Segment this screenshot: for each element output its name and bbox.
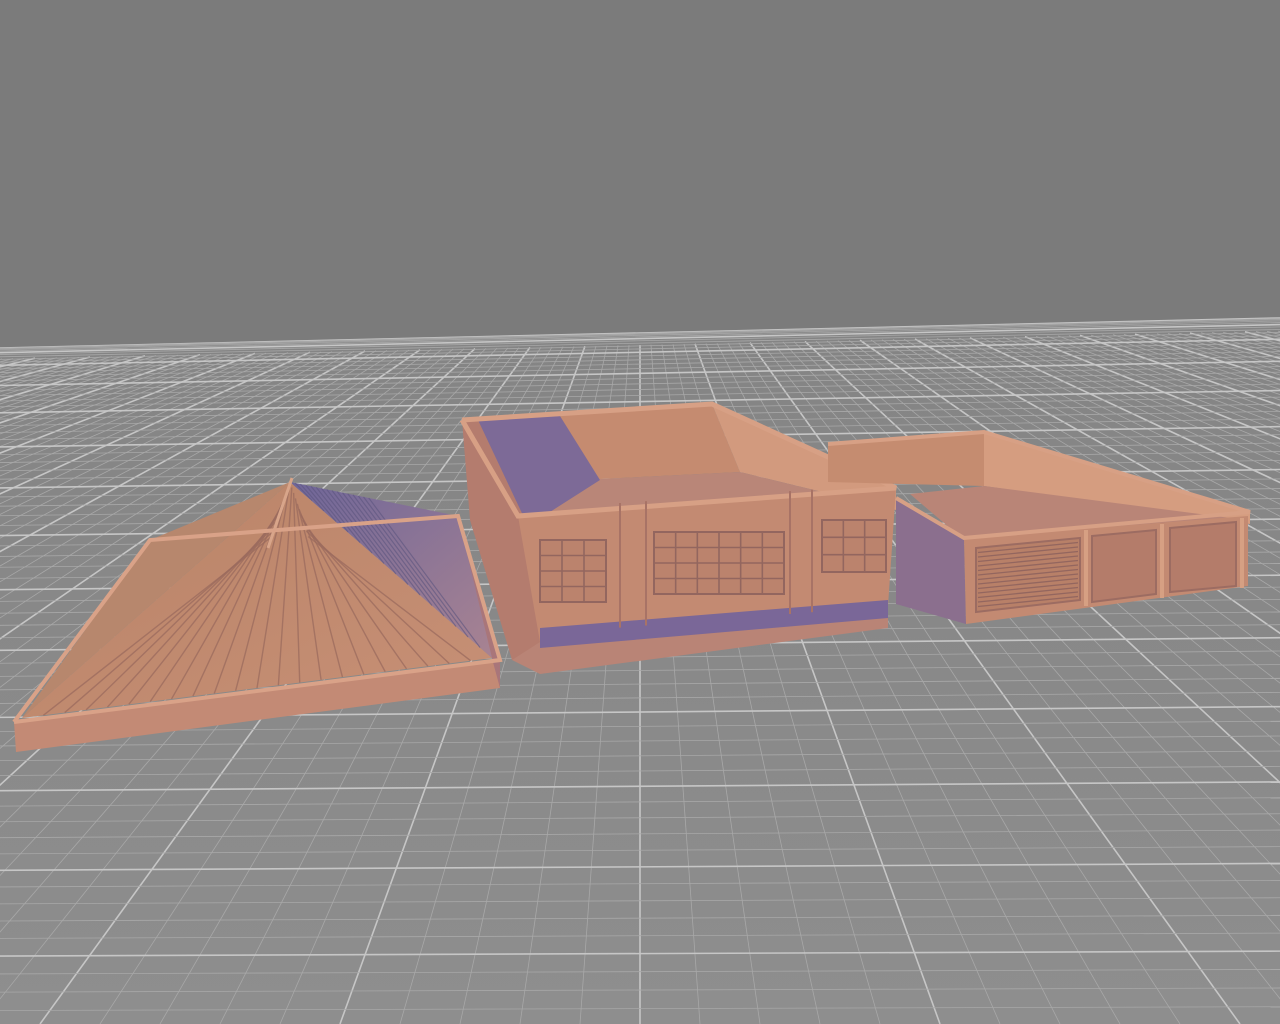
garage-bay-center <box>1091 528 1157 604</box>
garage-bay-right <box>1169 520 1237 594</box>
scene-canvas[interactable] <box>0 0 1280 1024</box>
window-frame <box>821 519 887 573</box>
3d-viewport[interactable] <box>0 0 1280 1024</box>
